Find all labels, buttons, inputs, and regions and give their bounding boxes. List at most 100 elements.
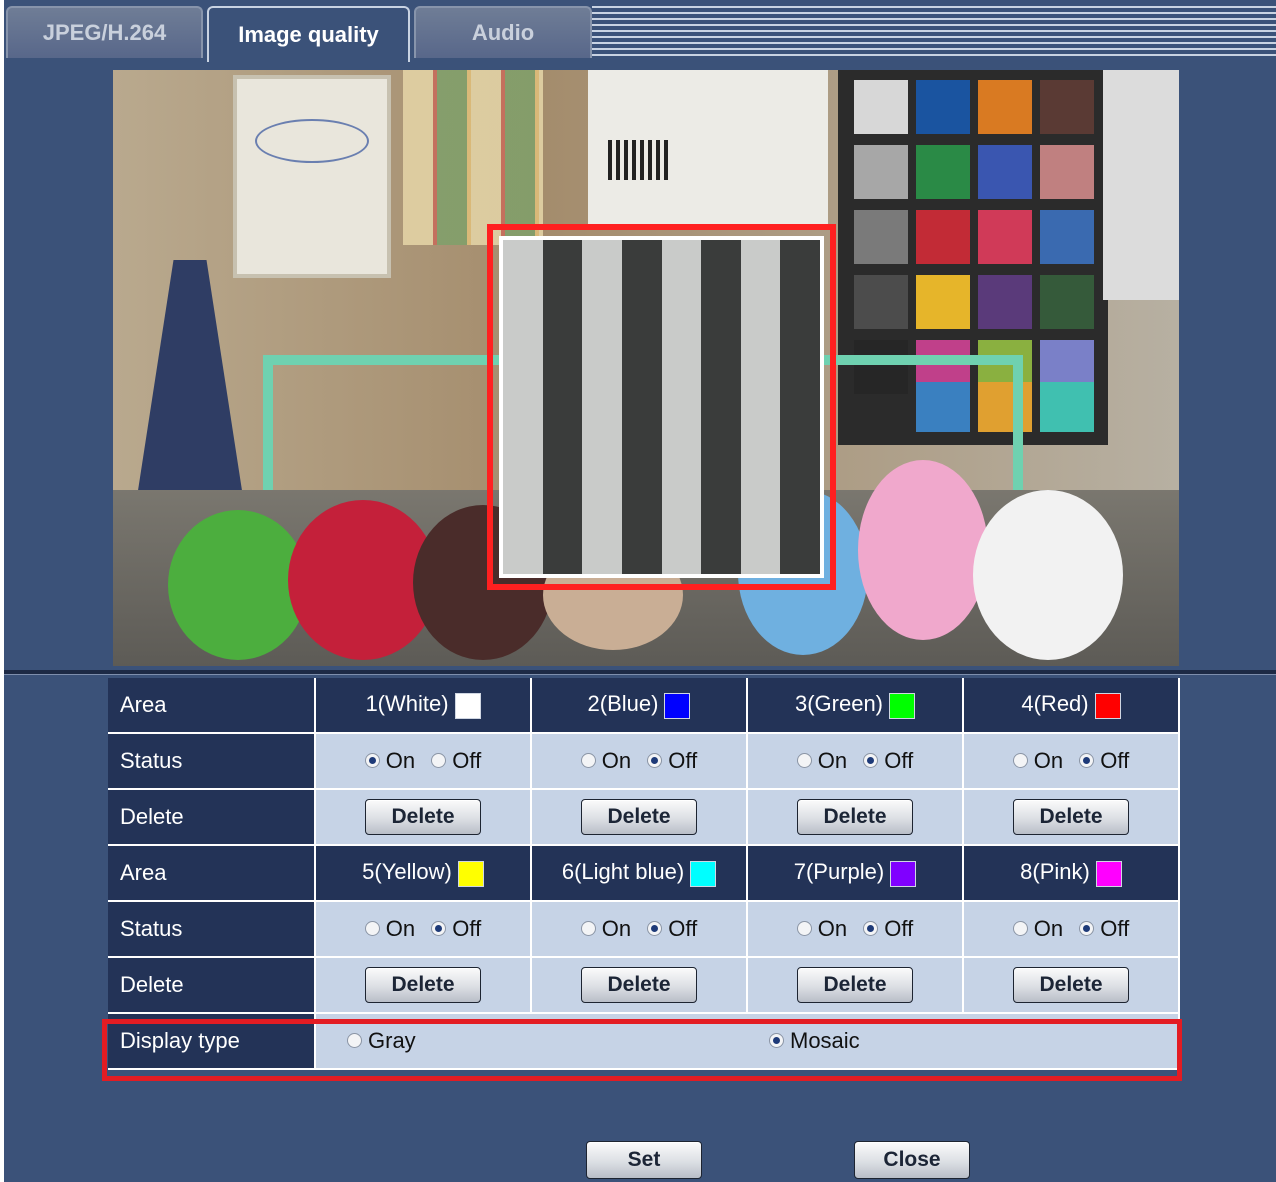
area-6-status: On Off (532, 902, 748, 958)
area-7-delete-cell: Delete (748, 958, 964, 1014)
area-1-delete-cell: Delete (316, 790, 532, 846)
area-8-delete-cell: Delete (964, 958, 1180, 1014)
area-5-delete-button[interactable]: Delete (365, 967, 481, 1003)
area-8-status-on[interactable]: On (1012, 916, 1063, 942)
area-3-delete-cell: Delete (748, 790, 964, 846)
area-7-delete-button[interactable]: Delete (797, 967, 913, 1003)
display-type-row: Display type Gray Mosaic (108, 1014, 1180, 1070)
status-row-1-4: Status On Off On Off On Off On Off (108, 734, 1180, 790)
tab-image-quality[interactable]: Image quality (207, 6, 410, 62)
area-5-status-off-radio[interactable] (431, 921, 447, 937)
area-7-status: On Off (748, 902, 964, 958)
status-row-5-8: Status On Off On Off On Off On Off (108, 902, 1180, 958)
close-button[interactable]: Close (854, 1141, 970, 1179)
delete-label: Delete (108, 958, 316, 1014)
area-2-status-on[interactable]: On (580, 748, 631, 774)
delete-row-5-8: Delete Delete Delete Delete Delete (108, 958, 1180, 1014)
display-type-mosaic-cell: Mosaic (748, 1014, 1180, 1070)
display-type-mosaic[interactable]: Mosaic (769, 1028, 860, 1054)
status-label: Status (108, 734, 316, 790)
area-2-status: On Off (532, 734, 748, 790)
area-8-delete-button[interactable]: Delete (1013, 967, 1129, 1003)
area-8-status-on-radio[interactable] (1012, 921, 1028, 937)
area-1-delete-button[interactable]: Delete (365, 799, 481, 835)
area-7-status-off[interactable]: Off (863, 916, 913, 942)
area-6-delete-cell: Delete (532, 958, 748, 1014)
area-8-color-swatch (1095, 860, 1122, 887)
area-3-delete-button[interactable]: Delete (797, 799, 913, 835)
camera-scene-test-chart (588, 70, 828, 230)
delete-row-1-4: Delete Delete Delete Delete Delete (108, 790, 1180, 846)
privacy-zone-1-mosaic (487, 224, 836, 590)
area-4-status-on-radio[interactable] (1012, 753, 1028, 769)
area-4-status-on[interactable]: On (1012, 748, 1063, 774)
area-1-color-swatch (454, 692, 481, 719)
area-1-status-on-radio[interactable] (364, 753, 380, 769)
area-2-header: 2(Blue) (532, 678, 748, 734)
camera-scene-stamps (403, 70, 543, 245)
area-label: Area (108, 846, 316, 902)
area-2-status-on-radio[interactable] (580, 753, 596, 769)
area-1-status-off-radio[interactable] (431, 753, 447, 769)
area-3-status-on[interactable]: On (796, 748, 847, 774)
area-row-5-8: Area 5(Yellow) 6(Light blue) 7(Purple) 8… (108, 846, 1180, 902)
area-1-status-on[interactable]: On (364, 748, 415, 774)
area-1-header: 1(White) (316, 678, 532, 734)
area-2-color-swatch (664, 692, 691, 719)
display-type-label: Display type (108, 1014, 316, 1070)
area-row-1-4: Area 1(White) 2(Blue) 3(Green) 4(Red) (108, 678, 1180, 734)
area-7-header: 7(Purple) (748, 846, 964, 902)
area-4-status: On Off (964, 734, 1180, 790)
area-6-color-swatch (690, 860, 717, 887)
camera-scene-yarn-green (168, 510, 308, 660)
area-5-status: On Off (316, 902, 532, 958)
camera-scene-yarn-white (973, 490, 1123, 660)
camera-scene-yarn-pink (858, 460, 988, 640)
image-quality-settings-page: JPEG/H.264 Image quality Audio Area 1(Wh… (4, 0, 1276, 1182)
area-1-status: On Off (316, 734, 532, 790)
area-5-status-off[interactable]: Off (431, 916, 481, 942)
area-5-header: 5(Yellow) (316, 846, 532, 902)
area-7-status-on[interactable]: On (796, 916, 847, 942)
area-4-delete-button[interactable]: Delete (1013, 799, 1129, 835)
area-4-status-off[interactable]: Off (1079, 748, 1129, 774)
area-3-status-off[interactable]: Off (863, 748, 913, 774)
area-8-status: On Off (964, 902, 1180, 958)
area-3-status: On Off (748, 734, 964, 790)
tab-jpeg-h264[interactable]: JPEG/H.264 (6, 6, 203, 58)
area-3-header: 3(Green) (748, 678, 964, 734)
area-3-status-on-radio[interactable] (796, 753, 812, 769)
display-type-gray[interactable]: Gray (347, 1028, 416, 1054)
area-2-status-off[interactable]: Off (647, 748, 697, 774)
delete-label: Delete (108, 790, 316, 846)
area-1-status-off[interactable]: Off (431, 748, 481, 774)
area-8-status-off-radio[interactable] (1079, 921, 1095, 937)
area-5-delete-cell: Delete (316, 958, 532, 1014)
tab-audio[interactable]: Audio (414, 6, 592, 58)
tab-bar: JPEG/H.264 Image quality Audio (4, 0, 1276, 62)
area-6-status-off[interactable]: Off (647, 916, 697, 942)
area-7-status-off-radio[interactable] (863, 921, 879, 937)
area-8-status-off[interactable]: Off (1079, 916, 1129, 942)
display-type-gray-radio[interactable] (347, 1033, 362, 1049)
display-type-mosaic-radio[interactable] (769, 1033, 784, 1049)
area-6-delete-button[interactable]: Delete (581, 967, 697, 1003)
area-5-status-on-radio[interactable] (364, 921, 380, 937)
camera-scene-poster (233, 75, 391, 278)
area-6-status-on[interactable]: On (580, 916, 631, 942)
area-label: Area (108, 678, 316, 734)
area-6-status-on-radio[interactable] (580, 921, 596, 937)
area-6-status-off-radio[interactable] (647, 921, 663, 937)
area-3-status-off-radio[interactable] (863, 753, 879, 769)
area-2-delete-button[interactable]: Delete (581, 799, 697, 835)
area-7-status-on-radio[interactable] (796, 921, 812, 937)
area-2-status-off-radio[interactable] (647, 753, 663, 769)
area-3-color-swatch (889, 692, 916, 719)
set-button[interactable]: Set (586, 1141, 702, 1179)
area-4-color-swatch (1094, 692, 1121, 719)
area-5-status-on[interactable]: On (364, 916, 415, 942)
area-4-status-off-radio[interactable] (1079, 753, 1095, 769)
area-4-header: 4(Red) (964, 678, 1180, 734)
area-7-color-swatch (890, 860, 917, 887)
area-5-color-swatch (457, 860, 484, 887)
